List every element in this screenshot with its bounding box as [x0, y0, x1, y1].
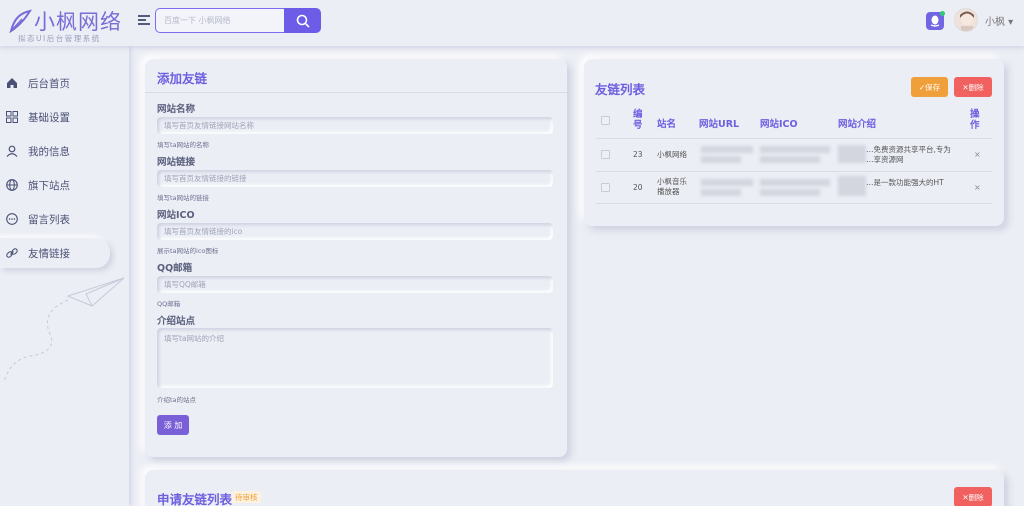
search-icon — [296, 14, 310, 28]
sidebar-item-home[interactable]: 后台首页 — [0, 70, 129, 96]
col-header-action: 操作 — [970, 109, 980, 131]
intro-label: 介绍站点 — [157, 316, 196, 327]
table-row-divider — [596, 171, 992, 172]
blurred-intro — [838, 176, 866, 196]
row-id: 23 — [633, 150, 643, 159]
sidebar-item-label: 友情链接 — [28, 248, 70, 260]
site-name-label: 网站名称 — [157, 104, 196, 115]
qq-email-input[interactable]: 填写QQ邮箱 — [157, 276, 553, 293]
row-id: 20 — [633, 183, 643, 192]
row-checkbox[interactable] — [601, 183, 610, 192]
col-header-id: 编号 — [633, 109, 643, 131]
avatar[interactable] — [954, 8, 978, 32]
site-url-help: 填写ta网站的链接 — [157, 194, 210, 202]
blurred-intro — [838, 145, 866, 163]
row-delete-button[interactable]: × — [974, 150, 981, 159]
qq-penguin-icon — [930, 15, 940, 27]
sidebar-item-label: 基础设置 — [28, 112, 70, 124]
sidebar: 后台首页 基础设置 我的信息 旗下站点 留言列表 友情链接 — [0, 46, 129, 506]
sidebar-item-label: 旗下站点 — [28, 180, 70, 192]
sidebar-item-messages[interactable]: 留言列表 — [0, 206, 129, 232]
site-url-label: 网站链接 — [157, 157, 196, 168]
chat-icon — [6, 213, 18, 225]
search-input[interactable]: 百度一下 小枫网络 — [155, 8, 285, 33]
link-list-title: 友链列表 — [595, 82, 646, 97]
top-header: 小枫网络 拟态UI后台管理系统 百度一下 小枫网络 小枫 ▾ — [0, 0, 1024, 46]
blurred-url — [701, 179, 753, 186]
site-name-placeholder: 填写首页友情链接网站名称 — [164, 121, 254, 130]
intro-help: 介绍ta的站点 — [157, 396, 197, 404]
search-button[interactable] — [284, 8, 321, 33]
search-placeholder: 百度一下 小枫网络 — [164, 16, 231, 25]
user-icon — [6, 145, 18, 157]
globe-icon — [6, 179, 18, 191]
row-checkbox[interactable] — [601, 150, 610, 159]
site-name-input[interactable]: 填写首页友情链接网站名称 — [157, 117, 553, 134]
row-intro: …是一款功能强大的HT — [866, 178, 944, 187]
row-intro: …享资源网 — [866, 155, 904, 164]
online-status-dot — [940, 11, 945, 16]
sidebar-item-label: 后台首页 — [28, 78, 70, 90]
brand-tagline: 拟态UI后台管理系统 — [18, 34, 101, 43]
intro-textarea[interactable]: 填写ta网站的介绍 — [157, 328, 553, 388]
select-all-checkbox[interactable] — [601, 116, 610, 125]
link-icon — [6, 248, 18, 258]
row-name: 小枫音乐播放器 — [657, 177, 687, 196]
row-intro: …免费资源共享平台,专为 — [866, 145, 951, 154]
sidebar-item-profile[interactable]: 我的信息 — [0, 138, 129, 164]
intro-placeholder: 填写ta网站的介绍 — [164, 334, 225, 343]
site-ico-placeholder: 填写首页友情链接的ico — [164, 227, 243, 236]
sidebar-item-links[interactable]: 友情链接 — [0, 238, 110, 268]
save-button[interactable]: ✓保存 — [911, 77, 948, 97]
blurred-url — [701, 156, 741, 163]
row-name: 小枫网络 — [657, 150, 687, 159]
col-header-name: 站名 — [657, 119, 677, 130]
delete-button[interactable]: ✕删除 — [954, 77, 992, 97]
sidebar-item-settings[interactable]: 基础设置 — [0, 104, 129, 130]
site-url-placeholder: 填写首页友情链接的链接 — [164, 174, 247, 183]
site-url-input[interactable]: 填写首页友情链接的链接 — [157, 170, 553, 187]
grid-icon — [6, 111, 18, 123]
qq-email-label: QQ邮箱 — [157, 263, 193, 274]
blurred-url — [701, 189, 741, 196]
add-link-title: 添加友链 — [157, 71, 208, 86]
blurred-ico — [760, 156, 820, 163]
col-header-intro: 网站介绍 — [838, 119, 877, 130]
site-ico-label: 网站ICO — [157, 210, 195, 221]
qq-email-help: QQ邮箱 — [157, 300, 181, 308]
menu-toggle-icon[interactable] — [138, 15, 150, 25]
sidebar-item-label: 我的信息 — [28, 146, 70, 158]
site-ico-help: 展示ta网站的ico图标 — [157, 247, 219, 255]
brand-logo[interactable]: 小枫网络 拟态UI后台管理系统 — [8, 6, 128, 46]
sidebar-item-sites[interactable]: 旗下站点 — [0, 172, 129, 198]
table-row-divider — [596, 203, 992, 204]
brand-name: 小枫网络 — [34, 10, 122, 34]
apply-delete-button[interactable]: ✕删除 — [954, 487, 992, 506]
blurred-url — [701, 146, 753, 153]
home-icon — [7, 78, 17, 88]
site-name-help: 填写ta网站的名称 — [157, 141, 210, 149]
pending-badge: 待审核 — [232, 491, 261, 503]
add-link-button[interactable]: 添 加 — [157, 415, 189, 435]
sidebar-item-label: 留言列表 — [28, 214, 70, 226]
col-header-url: 网站URL — [699, 119, 740, 130]
blurred-ico — [760, 146, 830, 153]
user-menu[interactable]: 小枫 ▾ — [985, 13, 1013, 28]
table-header-divider — [596, 138, 992, 139]
avatar-portrait-icon — [955, 9, 977, 31]
paper-plane-decoration-icon — [3, 277, 125, 383]
qq-email-placeholder: 填写QQ邮箱 — [164, 280, 206, 289]
apply-list-title: 申请友链列表 — [157, 492, 233, 506]
col-header-ico: 网站ICO — [760, 119, 798, 130]
row-delete-button[interactable]: × — [974, 183, 981, 192]
blurred-ico — [760, 179, 830, 186]
panel-divider — [145, 92, 567, 93]
leaf-logo-icon — [9, 9, 32, 33]
blurred-ico — [760, 189, 820, 196]
site-ico-input[interactable]: 填写首页友情链接的ico — [157, 223, 553, 240]
apply-list-panel — [145, 470, 1004, 506]
